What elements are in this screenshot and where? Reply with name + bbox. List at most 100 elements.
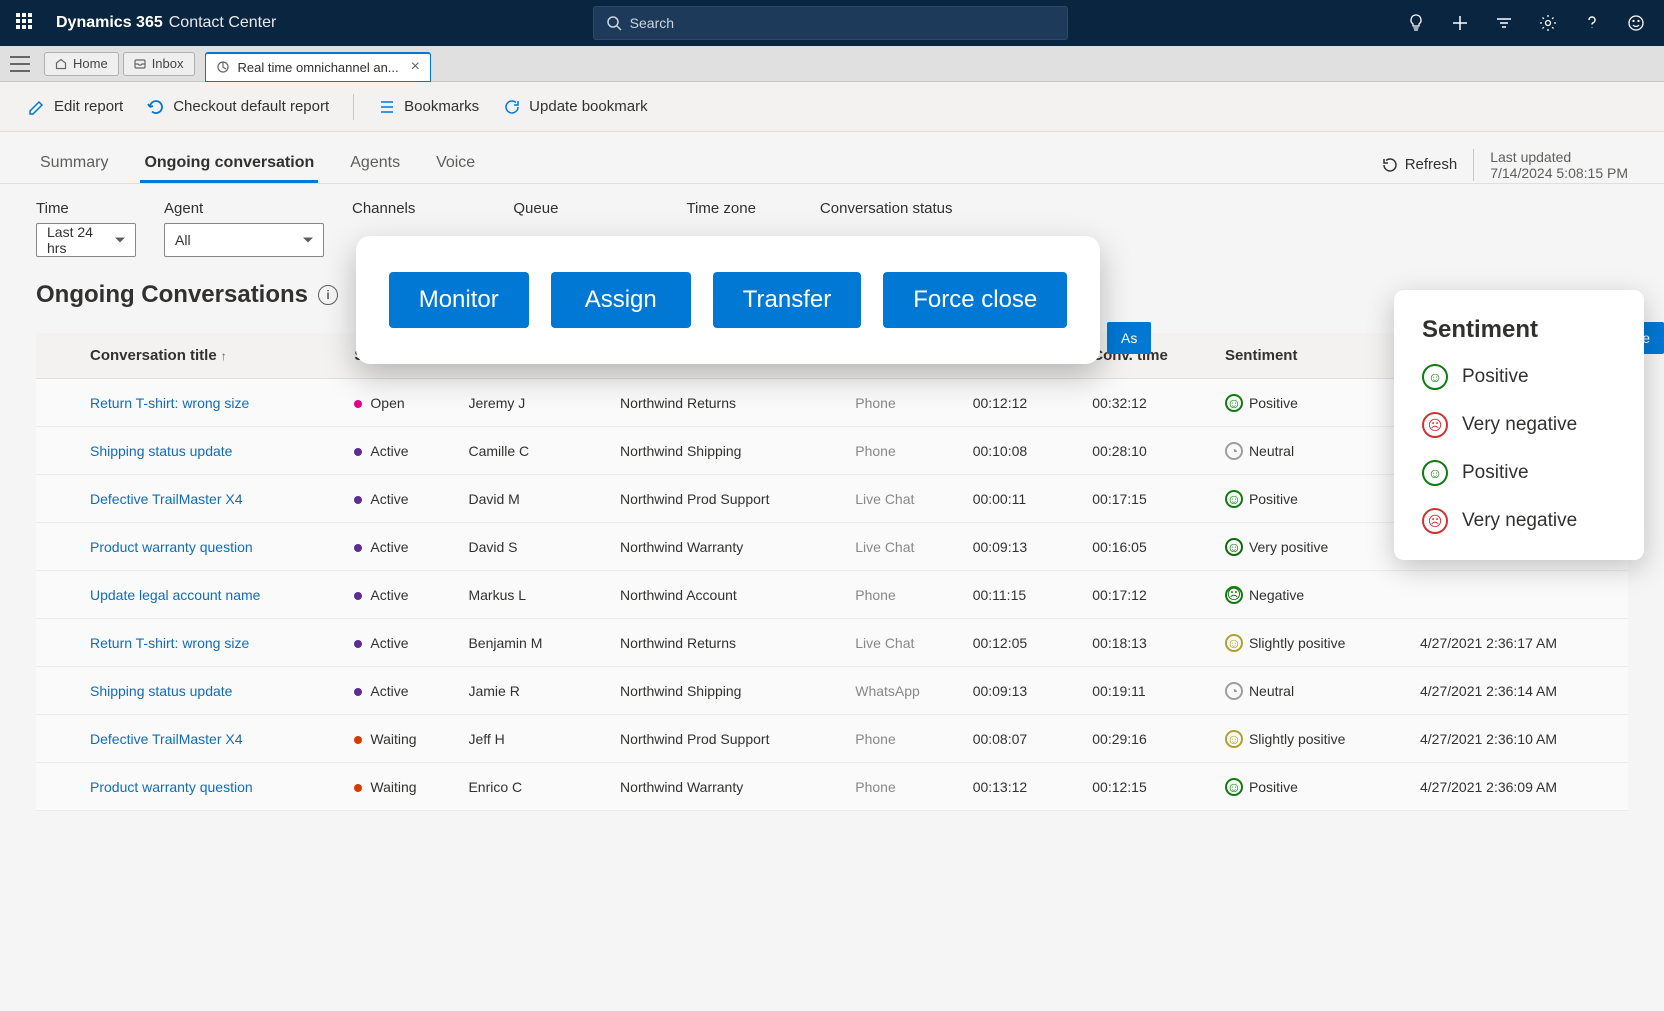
emoji-icon[interactable]	[1624, 11, 1648, 35]
col-checkbox	[36, 333, 80, 379]
sentiment-face-icon: ☹	[1422, 412, 1448, 438]
channel-cell: Phone	[845, 427, 962, 475]
app-name-bold: Dynamics 365	[56, 14, 163, 32]
sentiment-popup-label: Very negative	[1462, 414, 1577, 436]
conversation-title-link[interactable]: Product warranty question	[90, 779, 253, 795]
status-cell: Waiting	[344, 715, 458, 763]
channel-cell: Phone	[845, 763, 962, 811]
info-icon[interactable]: i	[318, 285, 338, 305]
row-checkbox[interactable]	[36, 619, 80, 667]
filter-time-label: Time	[36, 200, 136, 217]
created-cell: 4/27/2021 2:36:17 AM	[1410, 619, 1628, 667]
row-checkbox[interactable]	[36, 475, 80, 523]
table-row[interactable]: Product warranty question Active David S…	[36, 523, 1628, 571]
filter-time-select[interactable]: Last 24 hrs	[36, 223, 136, 257]
plus-icon[interactable]	[1448, 11, 1472, 35]
bookmarks-button[interactable]: Bookmarks	[378, 98, 479, 116]
force-close-button[interactable]: Force close	[883, 272, 1067, 328]
channel-cell: Live Chat	[845, 475, 962, 523]
close-tab-icon[interactable]: ×	[411, 58, 420, 76]
sentiment-popup-row: ☺Positive	[1422, 364, 1616, 390]
table-row[interactable]: Shipping status update Active Camille C …	[36, 427, 1628, 475]
table-row[interactable]: Defective TrailMaster X4 Active David M …	[36, 475, 1628, 523]
status-dot-icon	[354, 640, 362, 648]
global-search-input[interactable]: Search	[593, 6, 1068, 40]
queue-cell: Northwind Warranty	[610, 523, 845, 571]
document-tab[interactable]: Real time omnichannel an... ×	[205, 52, 432, 82]
hamburger-menu-icon[interactable]	[10, 56, 30, 72]
row-checkbox[interactable]	[36, 715, 80, 763]
sentiment-cell: ☺Slightly positive	[1215, 715, 1410, 763]
conversation-title-link[interactable]: Shipping status update	[90, 683, 232, 699]
conv-time-cell: 00:18:13	[1082, 619, 1215, 667]
app-title: Dynamics 365 Contact Center	[56, 14, 276, 32]
table-row[interactable]: Return T-shirt: wrong size Open Jeremy J…	[36, 379, 1628, 427]
tab-ongoing-conversation[interactable]: Ongoing conversation	[140, 146, 318, 183]
sentiment-cell: ☺Very positive	[1215, 523, 1410, 571]
home-chip[interactable]: Home	[44, 52, 119, 76]
channel-cell: Phone	[845, 571, 962, 619]
status-dot-icon	[354, 400, 362, 408]
divider	[353, 94, 354, 120]
conversation-title-link[interactable]: Shipping status update	[90, 443, 232, 459]
created-cell: 4/27/2021 2:36:09 AM	[1410, 763, 1628, 811]
table-row[interactable]: Shipping status update Active Jamie R No…	[36, 667, 1628, 715]
checkout-default-button[interactable]: Checkout default report	[147, 98, 329, 116]
conversation-title-link[interactable]: Return T-shirt: wrong size	[90, 395, 249, 411]
filter-icon[interactable]	[1492, 11, 1516, 35]
conversation-title-link[interactable]: Update legal account name	[90, 587, 260, 603]
conversation-title-link[interactable]: Defective TrailMaster X4	[90, 491, 243, 507]
assign-primary-button[interactable]: As	[1107, 322, 1151, 354]
row-checkbox[interactable]	[36, 523, 80, 571]
agent-cell: Benjamin M	[458, 619, 610, 667]
filter-convstatus-label: Conversation status	[820, 200, 953, 217]
filter-queue-label: Queue	[513, 200, 558, 217]
conv-time-cell: 00:12:15	[1082, 763, 1215, 811]
settings-icon[interactable]	[1536, 11, 1560, 35]
tab-agents[interactable]: Agents	[346, 146, 404, 183]
conversation-title-link[interactable]: Return T-shirt: wrong size	[90, 635, 249, 651]
row-checkbox[interactable]	[36, 427, 80, 475]
tab-voice[interactable]: Voice	[432, 146, 479, 183]
help-icon[interactable]	[1580, 11, 1604, 35]
edit-report-button[interactable]: Edit report	[28, 98, 123, 116]
sentiment-face-icon: ☺	[1225, 490, 1243, 508]
table-row[interactable]: Defective TrailMaster X4 Waiting Jeff H …	[36, 715, 1628, 763]
sentiment-face-icon: ☺	[1422, 364, 1448, 390]
status-cell: Waiting	[344, 763, 458, 811]
inbox-chip[interactable]: Inbox	[123, 52, 195, 76]
table-row[interactable]: Return T-shirt: wrong size Active Benjam…	[36, 619, 1628, 667]
refresh-small-icon	[1381, 156, 1399, 174]
conversation-title-link[interactable]: Product warranty question	[90, 539, 253, 555]
lightbulb-icon[interactable]	[1404, 11, 1428, 35]
row-checkbox[interactable]	[36, 763, 80, 811]
last-updated-value: 7/14/2024 5:08:15 PM	[1490, 165, 1628, 181]
conversation-title-link[interactable]: Defective TrailMaster X4	[90, 731, 243, 747]
update-bookmark-button[interactable]: Update bookmark	[503, 98, 647, 116]
queue-cell: Northwind Account	[610, 571, 845, 619]
command-bar: Edit report Checkout default report Book…	[0, 82, 1664, 132]
assign-button[interactable]: Assign	[551, 272, 691, 328]
col-title[interactable]: Conversation title↑	[80, 333, 344, 379]
row-checkbox[interactable]	[36, 379, 80, 427]
monitor-button[interactable]: Monitor	[389, 272, 529, 328]
queue-cell: Northwind Warranty	[610, 763, 845, 811]
table-row[interactable]: Product warranty question Waiting Enrico…	[36, 763, 1628, 811]
app-launcher-icon[interactable]	[16, 13, 36, 33]
transfer-button[interactable]: Transfer	[713, 272, 861, 328]
search-icon	[606, 15, 622, 31]
pencil-icon	[28, 98, 46, 116]
created-cell: 4/27/2021 2:36:10 AM	[1410, 715, 1628, 763]
sentiment-face-icon: ☺	[1225, 634, 1243, 652]
conv-time-cell: 00:32:12	[1082, 379, 1215, 427]
col-sentiment[interactable]: Sentiment	[1215, 333, 1410, 379]
table-row[interactable]: Update legal account name Active Markus …	[36, 571, 1628, 619]
row-checkbox[interactable]	[36, 667, 80, 715]
filter-agent-select[interactable]: All	[164, 223, 324, 257]
status-cell: Open	[344, 379, 458, 427]
tab-summary[interactable]: Summary	[36, 146, 112, 183]
agent-cell: David M	[458, 475, 610, 523]
row-checkbox[interactable]	[36, 571, 80, 619]
refresh-button[interactable]: Refresh	[1381, 156, 1458, 174]
document-tab-label: Real time omnichannel an...	[238, 60, 399, 75]
